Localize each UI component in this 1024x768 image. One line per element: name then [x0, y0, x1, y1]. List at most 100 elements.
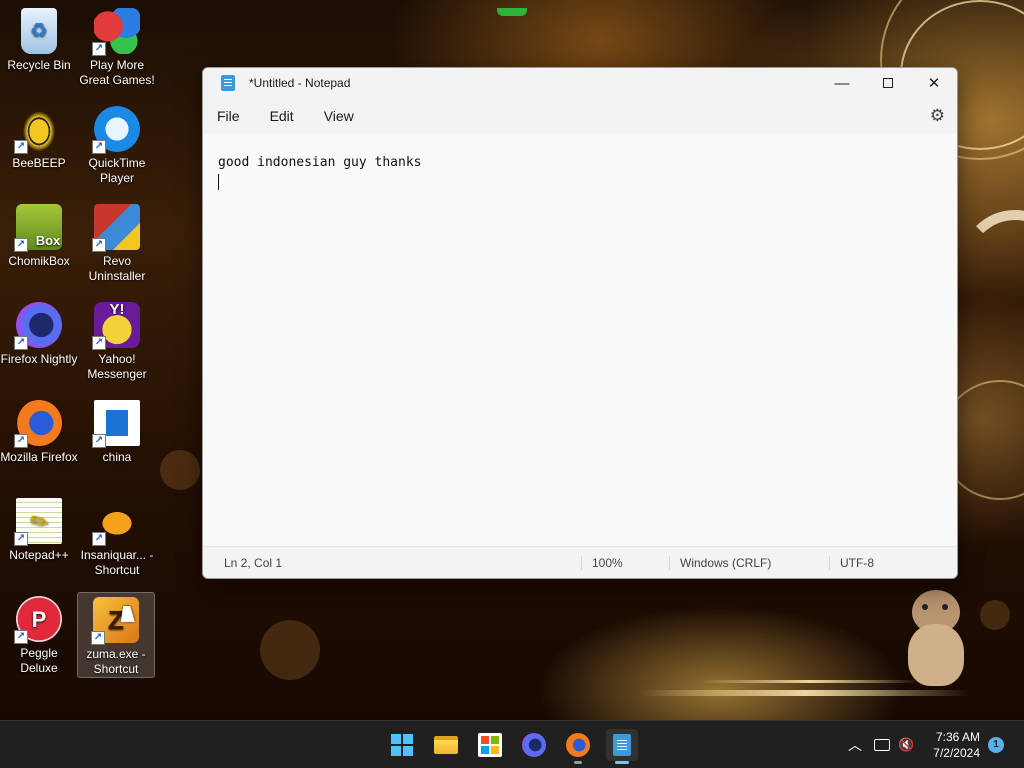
desktop-icon-label: ChomikBox [8, 254, 70, 268]
clock[interactable]: 7:36 AM 7/2/2024 [933, 729, 980, 761]
notification-badge[interactable]: 1 [988, 737, 1004, 753]
shortcut-arrow-icon: ↗ [14, 532, 28, 546]
running-indicator [615, 761, 629, 764]
desktop-icon-peggle-deluxe[interactable]: P ↗ Peggle Deluxe [0, 592, 78, 676]
menu-file[interactable]: File [209, 102, 248, 130]
system-tray: ︿ 🔇 [846, 721, 914, 768]
editor-text-line: good indonesian guy thanks [218, 155, 422, 170]
hamster-figure [908, 590, 966, 688]
fish-icon: ↗ [92, 498, 140, 546]
status-cursor-position: Ln 2, Col 1 [224, 555, 283, 570]
notepad-window: *Untitled - Notepad — ✕ File Edit View ⚙… [202, 67, 958, 579]
desktop-icon-label: Peggle Deluxe [20, 646, 58, 675]
window-title: *Untitled - Notepad [249, 76, 351, 90]
maximize-button[interactable] [865, 68, 911, 98]
menu-view[interactable]: View [316, 102, 362, 130]
text-caret [218, 174, 219, 190]
network-icon[interactable] [874, 739, 890, 751]
desktop-icon-mozilla-firefox[interactable]: ↗ Mozilla Firefox [0, 396, 78, 465]
peggle-icon: P ↗ [14, 596, 62, 644]
taskbar-firefox[interactable] [562, 729, 594, 764]
running-indicator [574, 761, 582, 764]
shortcut-arrow-icon: ↗ [14, 434, 28, 448]
title-bar[interactable]: *Untitled - Notepad — ✕ [203, 68, 957, 98]
desktop-icon-revo-uninstaller[interactable]: ↗ Revo Uninstaller [78, 200, 156, 284]
desktop-icon-label: china [102, 450, 132, 464]
desktop-icon-play-more-games[interactable]: ↗ Play More Great Games! [78, 4, 156, 88]
desktop-icon-label: BeeBEEP [12, 156, 66, 170]
recycle-bin-icon: ♻ [21, 8, 57, 54]
minimize-button[interactable]: — [819, 68, 865, 98]
shortcut-arrow-icon: ↗ [92, 140, 106, 154]
games-icon: ↗ [92, 8, 140, 56]
desktop-icon-label: Yahoo! Messenger [87, 352, 147, 381]
text-editor[interactable]: good indonesian guy thanks [203, 136, 957, 546]
minimize-icon: — [834, 74, 850, 92]
shortcut-arrow-icon: ↗ [92, 238, 106, 252]
firefox-icon [566, 733, 590, 757]
taskbar: ︿ 🔇 7:36 AM 7/2/2024 1 [0, 720, 1024, 768]
taskbar-firefox-nightly[interactable] [518, 729, 550, 761]
shortcut-arrow-icon: ↗ [14, 630, 28, 644]
close-button[interactable]: ✕ [911, 68, 957, 98]
desktop-icon-label: Recycle Bin [7, 58, 71, 72]
desktop-icon-label: Revo Uninstaller [88, 254, 146, 283]
shortcut-arrow-icon: ↗ [92, 434, 106, 448]
notepad-icon [613, 734, 631, 756]
revo-uninstaller-icon: ↗ [92, 204, 140, 252]
desktop-icon-label: Notepad++ [9, 548, 69, 562]
status-bar: Ln 2, Col 1 100% Windows (CRLF) UTF-8 [203, 546, 957, 578]
chevron-up-icon[interactable]: ︿ [846, 735, 864, 755]
desktop-icon-label: Firefox Nightly [0, 352, 78, 366]
shortcut-arrow-icon: ↗ [14, 140, 28, 154]
desktop-icon-china[interactable]: ↗ china [78, 396, 156, 465]
taskbar-notepad[interactable] [606, 729, 638, 764]
mouse-cursor-icon [120, 606, 138, 622]
quicktime-icon: ↗ [92, 106, 140, 154]
desktop-icon-label: zuma.exe - Shortcut [86, 647, 146, 676]
shortcut-arrow-icon: ↗ [14, 336, 28, 350]
desktop-icon-label: Insaniquar... - Shortcut [80, 548, 154, 577]
desktop-icon-quicktime[interactable]: ↗ QuickTime Player [78, 102, 156, 186]
desktop-icon-firefox-nightly[interactable]: ↗ Firefox Nightly [0, 298, 78, 367]
close-icon: ✕ [927, 75, 941, 92]
shortcut-arrow-icon: ↗ [92, 42, 106, 56]
desktop-icon-notepadplusplus[interactable]: ✎ ↗ Notepad++ [0, 494, 78, 563]
start-button[interactable] [386, 729, 418, 761]
maximize-icon [883, 78, 893, 88]
desktop-icon-chomikbox[interactable]: Box ↗ ChomikBox [0, 200, 78, 269]
notepadplusplus-icon: ✎ ↗ [14, 498, 62, 546]
clock-time: 7:36 AM [935, 730, 980, 744]
status-line-ending: Windows (CRLF) [680, 555, 772, 570]
desktop-icon-beebeep[interactable]: ↗ BeeBEEP [0, 102, 78, 171]
yahoo-messenger-icon: Y! ↗ [92, 302, 140, 350]
shortcut-arrow-icon: ↗ [92, 336, 106, 350]
settings-gear-icon[interactable]: ⚙ [930, 106, 945, 126]
firefox-icon: ↗ [14, 400, 62, 448]
desktop-icon-zuma[interactable]: Z ↗ zuma.exe - Shortcut [77, 592, 155, 678]
document-shortcut-icon: ↗ [92, 400, 140, 448]
bee-icon: ↗ [14, 106, 62, 154]
clock-date: 7/2/2024 [933, 746, 980, 760]
desktop-icon-insaniquarium[interactable]: ↗ Insaniquar... - Shortcut [78, 494, 156, 578]
taskbar-file-explorer[interactable] [430, 729, 462, 761]
desktop-icon-yahoo-messenger[interactable]: Y! ↗ Yahoo! Messenger [78, 298, 156, 382]
notepad-icon [221, 75, 235, 91]
firefox-nightly-icon: ↗ [14, 302, 62, 350]
shortcut-arrow-icon: ↗ [92, 532, 106, 546]
volume-muted-icon[interactable]: 🔇 [898, 737, 914, 753]
menu-edit[interactable]: Edit [262, 102, 302, 130]
desktop-icon-label: QuickTime Player [88, 156, 146, 185]
desktop-icon-label: Play More Great Games! [79, 58, 155, 87]
file-explorer-icon [434, 736, 458, 754]
firefox-nightly-icon [522, 733, 546, 757]
start-icon [391, 734, 413, 756]
shortcut-arrow-icon: ↗ [91, 631, 105, 645]
shortcut-arrow-icon: ↗ [14, 238, 28, 252]
taskbar-microsoft-store[interactable] [474, 729, 506, 761]
desktop-icon-recycle-bin[interactable]: ♻ Recycle Bin [0, 4, 78, 73]
microsoft-store-icon [478, 733, 502, 757]
chomikbox-icon: Box ↗ [14, 204, 62, 252]
status-zoom[interactable]: 100% [592, 556, 623, 570]
menu-bar: File Edit View ⚙ [203, 98, 957, 134]
